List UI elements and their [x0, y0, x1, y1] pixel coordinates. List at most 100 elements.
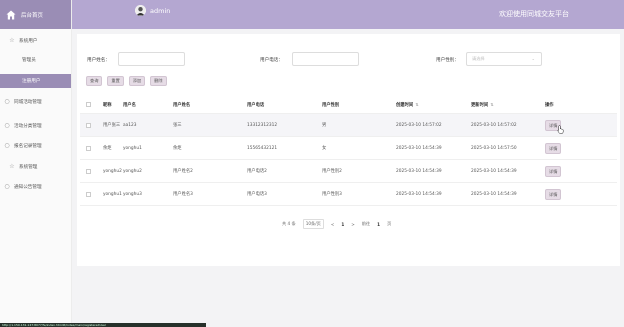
table-row: 余炬 yonghu1 余炬 15565432121 女 2025-03-10 1… — [80, 137, 617, 160]
sidebar-item-label: 同城活动管理 — [14, 100, 42, 105]
avatar[interactable] — [135, 5, 146, 16]
sidebar-item-registered-user[interactable]: 注册用户 — [0, 74, 71, 88]
delete-button[interactable]: 删除 — [150, 76, 167, 86]
cell-gender: 用户性别2 — [322, 169, 342, 174]
star-icon: ☆ — [9, 163, 15, 170]
cell-gender: 用户性别3 — [322, 192, 342, 197]
col-realname: 用户姓名 — [173, 102, 191, 108]
detail-button[interactable]: 详情 — [545, 188, 562, 200]
detail-button[interactable]: 详情 — [545, 142, 562, 154]
sidebar-item-system-management[interactable]: ☆ 系统管理 — [9, 163, 37, 171]
circle-icon: ○ — [4, 98, 10, 105]
col-gender: 用户性别 — [322, 102, 340, 108]
sidebar-item-admin[interactable]: 管理员 — [0, 53, 71, 67]
users-table: 昵称 用户名 用户姓名 用户电话 用户性别 创建时间 ⇅ 更新时间 ⇅ 操作 用户张… — [80, 96, 617, 206]
row-checkbox[interactable] — [86, 114, 91, 136]
sidebar: 后台首页 ☆ 系统用户 管理员 注册用户 ○ 同城活动管理 ○ 活动分类管理 ○… — [0, 0, 72, 327]
name-label: 用户姓名： — [87, 58, 110, 63]
goto-label: 前往 — [361, 221, 371, 226]
cell-updated: 2025-03-10 14:54:39 — [471, 168, 517, 174]
sidebar-item-label: 注册用户 — [22, 79, 41, 84]
cell-nickname: 用户张三 — [103, 123, 121, 128]
row-checkbox[interactable] — [86, 183, 91, 205]
detail-button[interactable]: 详情 — [545, 165, 562, 177]
phone-input[interactable] — [292, 52, 359, 66]
chevron-down-icon: ⌄ — [531, 56, 535, 61]
sidebar-item-activities[interactable]: ○ 同城活动管理 — [4, 98, 42, 106]
cell-created: 2025-03-10 14:54:39 — [396, 191, 442, 197]
col-action: 操作 — [545, 102, 554, 108]
page-number[interactable]: 1 — [341, 222, 344, 227]
cell-username: aa123 — [123, 122, 137, 128]
brand-label: 后台首页 — [21, 12, 44, 19]
cell-updated: 2025-03-10 14:54:39 — [471, 191, 517, 197]
prev-page-button[interactable]: < — [331, 222, 335, 227]
cell-updated: 2025-03-10 14:57:50 — [471, 145, 517, 151]
col-nickname: 昵称 — [103, 102, 112, 108]
action-toolbar: 查询 重置 添加 删除 — [86, 76, 167, 86]
phone-label: 用户电话： — [260, 58, 283, 63]
cell-nickname: yonghu1 — [103, 191, 122, 197]
main-panel: 用户姓名： 用户电话： 用户性别： 请选择 ⌄ 查询 重置 添加 删除 昵称 用… — [77, 34, 620, 266]
cell-realname: 用户姓名2 — [173, 169, 193, 174]
table-header-row: 昵称 用户名 用户姓名 用户电话 用户性别 创建时间 ⇅ 更新时间 ⇅ 操作 — [80, 96, 617, 114]
cell-gender: 女 — [322, 146, 327, 151]
sidebar-item-signups[interactable]: ○ 报名记录管理 — [4, 143, 42, 150]
cell-phone: 用户电话3 — [247, 192, 267, 197]
next-page-button[interactable]: > — [351, 222, 355, 227]
cell-username: yonghu2 — [123, 168, 142, 174]
table-row: yonghu1 yonghu3 用户姓名3 用户电话3 用户性别3 2025-0… — [80, 183, 617, 206]
col-updated-label: 更新时间 — [471, 102, 489, 108]
cell-gender: 男 — [322, 123, 327, 128]
table-row: 用户张三 aa123 张三 13312312312 男 2025-03-10 1… — [80, 114, 617, 137]
cell-phone: 15565432121 — [247, 145, 278, 151]
cell-created: 2025-03-10 14:54:39 — [396, 168, 442, 174]
page-size-select[interactable]: 10条/页 — [302, 219, 324, 229]
circle-icon: ○ — [4, 183, 10, 190]
cell-nickname: yonghu2 — [103, 168, 122, 174]
select-all-checkbox[interactable] — [86, 96, 91, 113]
detail-button-cell: 详情 — [545, 183, 562, 205]
col-username: 用户名 — [123, 102, 136, 108]
col-updated[interactable]: 更新时间 ⇅ — [471, 96, 494, 113]
sidebar-item-notices[interactable]: ○ 通知公告管理 — [4, 183, 41, 191]
col-phone: 用户电话 — [247, 102, 265, 108]
cell-username: yonghu3 — [123, 191, 142, 197]
col-created-label: 创建时间 — [396, 102, 414, 108]
gender-select-placeholder: 请选择 — [472, 56, 485, 61]
detail-button-cell: 详情 — [545, 137, 562, 159]
sidebar-item-label: 系统用户 — [19, 39, 38, 44]
cell-phone: 用户电话2 — [247, 169, 267, 174]
sidebar-item-label: 报名记录管理 — [14, 144, 42, 149]
add-button[interactable]: 添加 — [128, 76, 146, 86]
sidebar-item-label: 活动分类管理 — [14, 124, 42, 129]
gender-label: 用户性别： — [436, 58, 459, 63]
gender-select[interactable]: 请选择 ⌄ — [466, 52, 542, 66]
page-title: 欢迎使用同城交友平台 — [499, 10, 569, 18]
row-checkbox[interactable] — [86, 160, 91, 182]
sort-icon: ⇅ — [415, 102, 419, 107]
cell-realname: 张三 — [173, 123, 182, 128]
goto-input[interactable]: 1 — [377, 222, 380, 227]
reset-button[interactable]: 重置 — [107, 76, 124, 86]
username[interactable]: admin — [150, 7, 170, 15]
sidebar-item-system-users[interactable]: ☆ 系统用户 — [9, 38, 38, 45]
hand-cursor-icon — [557, 125, 564, 134]
name-input[interactable] — [118, 52, 185, 66]
sidebar-item-categories[interactable]: ○ 活动分类管理 — [4, 123, 42, 130]
row-checkbox[interactable] — [86, 137, 91, 159]
col-created[interactable]: 创建时间 ⇅ — [396, 96, 419, 113]
sidebar-item-label: 管理员 — [22, 58, 36, 63]
cell-updated: 2025-03-10 14:57:02 — [471, 122, 517, 128]
table-row: yonghu2 yonghu2 用户姓名2 用户电话2 用户性别2 2025-0… — [80, 160, 617, 183]
cell-realname: 用户姓名3 — [173, 192, 193, 197]
cell-created: 2025-03-10 14:54:39 — [396, 145, 442, 151]
query-button[interactable]: 查询 — [86, 76, 103, 86]
cell-realname: 余炬 — [173, 146, 182, 151]
sidebar-brand[interactable]: 后台首页 — [0, 0, 71, 29]
sort-icon: ⇅ — [490, 102, 494, 107]
cell-created: 2025-03-10 14:57:02 — [396, 122, 442, 128]
detail-button-cell: 详情 — [545, 160, 562, 182]
goto-suffix: 页 — [387, 221, 392, 226]
pagination: 共 4 条 10条/页 < 1 > 前往 1 页 — [282, 219, 391, 229]
